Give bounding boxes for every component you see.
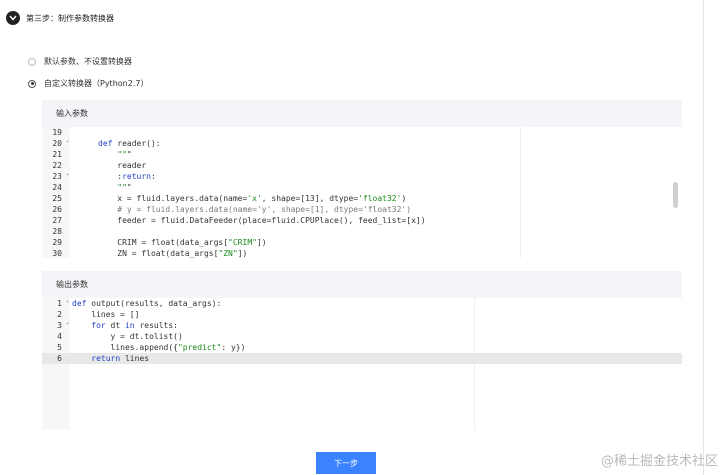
step-header[interactable]: 第三步：制作参数转换器 xyxy=(6,9,114,27)
line-number: 29 xyxy=(52,238,62,247)
line-number: 6 xyxy=(57,354,62,363)
fold-arrow-icon[interactable]: ▾ xyxy=(66,172,69,178)
code-line[interactable]: 19 xyxy=(42,127,682,138)
code-line[interactable]: 25 x = fluid.layers.data(name='x', shape… xyxy=(42,193,682,204)
line-number: 3 ▾ xyxy=(57,321,69,330)
panel-title: 输入参数 xyxy=(42,100,682,127)
fold-arrow-icon[interactable]: ▾ xyxy=(66,321,69,327)
input-code-editor[interactable]: 19 20 ▾ def reader(): 21 """ 22 reader 23 ▾ :re… xyxy=(42,127,682,258)
code-text: return lines xyxy=(91,354,150,363)
code-line[interactable]: 22 reader xyxy=(42,160,682,171)
line-number: 4 xyxy=(57,332,62,341)
code-line[interactable]: 21 """ xyxy=(42,149,682,160)
code-line[interactable]: 23 ▾ :return: xyxy=(42,171,682,182)
next-step-button[interactable]: 下一步 xyxy=(316,452,376,474)
input-params-panel: 输入参数 19 20 ▾ def reader(): 21 """ 22 reader 23… xyxy=(42,100,682,258)
line-number: 21 xyxy=(52,150,62,159)
line-number: 26 xyxy=(52,205,62,214)
code-text: def reader(): xyxy=(98,139,161,148)
code-text: x = fluid.layers.data(name='x', shape=[1… xyxy=(98,194,407,203)
line-number: 28 xyxy=(52,227,62,236)
watermark: @稀土掘金技术社区 xyxy=(600,454,718,469)
code-line[interactable]: 28 xyxy=(42,226,682,237)
radio-custom-converter[interactable] xyxy=(28,79,36,88)
option-default-params[interactable]: 默认参数、不设置转换器 xyxy=(28,56,132,67)
code-line[interactable]: 4 y = dt.tolist() xyxy=(42,331,682,342)
code-text: for dt in results: xyxy=(91,321,178,330)
radio-default-params[interactable] xyxy=(28,57,36,66)
code-text: lines.append({"predict": y}) xyxy=(72,343,246,352)
panel-title: 输出参数 xyxy=(42,271,682,298)
code-text: lines = [] xyxy=(72,310,140,319)
code-line[interactable]: 6 return lines xyxy=(42,353,682,364)
line-number: 1 ▾ xyxy=(57,299,69,308)
code-text: y = dt.tolist() xyxy=(72,332,183,341)
code-line[interactable]: 30 ZN = float(data_args["ZN"]) xyxy=(42,248,682,258)
code-text: """ xyxy=(117,150,132,159)
line-number: 2 xyxy=(57,310,62,319)
option-label: 默认参数、不设置转换器 xyxy=(44,57,132,66)
code-line[interactable]: 1 ▾ def output(results, data_args): xyxy=(42,298,682,309)
output-code-editor[interactable]: 1 ▾ def output(results, data_args): 2 lines… xyxy=(42,298,682,430)
code-text: ZN = float(data_args["ZN"]) xyxy=(98,249,248,258)
line-number: 23 ▾ xyxy=(52,172,69,181)
output-params-panel: 输出参数 1 ▾ def output(results, data_args): 2 … xyxy=(42,271,682,430)
code-line[interactable]: 27 feeder = fluid.DataFeeder(place=fluid… xyxy=(42,215,682,226)
line-number: 24 xyxy=(52,183,62,192)
line-number: 27 xyxy=(52,216,62,225)
code-line[interactable]: 3 ▾ for dt in results: xyxy=(42,320,682,331)
page-divider xyxy=(703,0,704,475)
code-line[interactable]: 29 CRIM = float(data_args["CRIM"]) xyxy=(42,237,682,248)
line-number: 22 xyxy=(52,161,62,170)
code-line[interactable]: 26 # y = fluid.layers.data(name='y', sha… xyxy=(42,204,682,215)
code-text: reader xyxy=(98,161,147,170)
code-line[interactable]: 5 lines.append({"predict": y}) xyxy=(42,342,682,353)
option-label: 自定义转换器（Python2.7） xyxy=(44,79,149,88)
code-text: """ xyxy=(117,183,132,192)
line-number: 19 xyxy=(52,128,62,137)
code-line[interactable]: 20 ▾ def reader(): xyxy=(42,138,682,149)
code-line[interactable]: 2 lines = [] xyxy=(42,309,682,320)
fold-arrow-icon[interactable]: ▾ xyxy=(66,139,69,145)
chevron-down-icon[interactable] xyxy=(6,11,20,25)
code-text: :return: xyxy=(98,172,156,181)
option-custom-converter[interactable]: 自定义转换器（Python2.7） xyxy=(28,78,148,89)
fold-arrow-icon[interactable]: ▾ xyxy=(66,299,69,305)
line-number: 30 xyxy=(52,249,62,258)
code-line[interactable]: 24 """ xyxy=(42,182,682,193)
code-text: feeder = fluid.DataFeeder(place=fluid.CP… xyxy=(98,216,426,225)
code-text: # y = fluid.layers.data(name='y', shape=… xyxy=(117,205,412,214)
code-text: CRIM = float(data_args["CRIM"]) xyxy=(98,238,267,247)
line-number: 25 xyxy=(52,194,62,203)
line-number: 20 ▾ xyxy=(52,139,69,148)
step-title: 第三步：制作参数转换器 xyxy=(26,13,114,23)
code-text: def output(results, data_args): xyxy=(72,299,222,308)
line-number: 5 xyxy=(57,343,62,352)
